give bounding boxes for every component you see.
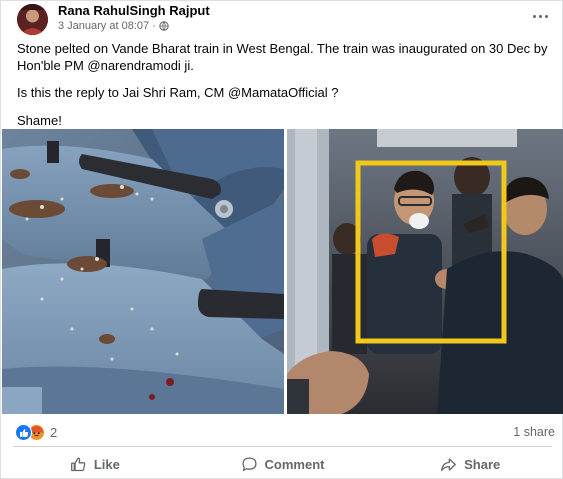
- more-options-icon[interactable]: [527, 6, 553, 26]
- post-paragraph: Is this the reply to Jai Shri Ram, CM @M…: [17, 85, 339, 100]
- post-stats: 2 1 share: [1, 415, 563, 445]
- comment-icon: [242, 457, 257, 472]
- damaged-train-seats-photo[interactable]: [2, 129, 284, 414]
- post-paragraph: Stone pelted on Vande Bharat train in We…: [17, 41, 548, 73]
- like-reaction-icon: [15, 424, 32, 441]
- reaction-count: 2: [50, 425, 58, 440]
- reactions-summary[interactable]: 2: [15, 424, 57, 441]
- comment-label: Comment: [264, 457, 325, 472]
- facebook-post: Rana RahulSingh Rajput 3 January at 08:0…: [0, 0, 563, 479]
- post-text: Stone pelted on Vande Bharat train in We…: [17, 41, 552, 140]
- thumbs-up-icon: [70, 457, 86, 472]
- like-label: Like: [93, 457, 120, 472]
- post-actions: Like Comment Share: [1, 449, 563, 479]
- globe-icon: [159, 21, 169, 31]
- meta-separator: ·: [152, 20, 156, 32]
- post-timestamp[interactable]: 3 January at 08:07: [58, 20, 149, 32]
- post-meta: 3 January at 08:07 ·: [58, 20, 169, 32]
- share-label: Share: [464, 457, 501, 472]
- author-avatar[interactable]: [17, 4, 48, 35]
- share-arrow-icon: [441, 458, 457, 472]
- share-count[interactable]: 1 share: [513, 425, 555, 439]
- post-paragraph: Shame!: [17, 112, 62, 128]
- passengers-highlighted-photo[interactable]: [287, 129, 563, 414]
- comment-button[interactable]: Comment: [189, 449, 377, 479]
- like-button[interactable]: Like: [1, 449, 189, 479]
- post-header: Rana RahulSingh Rajput 3 January at 08:0…: [1, 1, 563, 39]
- author-name[interactable]: Rana RahulSingh Rajput: [58, 3, 210, 18]
- actions-divider: [13, 446, 552, 447]
- share-button[interactable]: Share: [376, 449, 563, 479]
- post-photos: [2, 129, 563, 414]
